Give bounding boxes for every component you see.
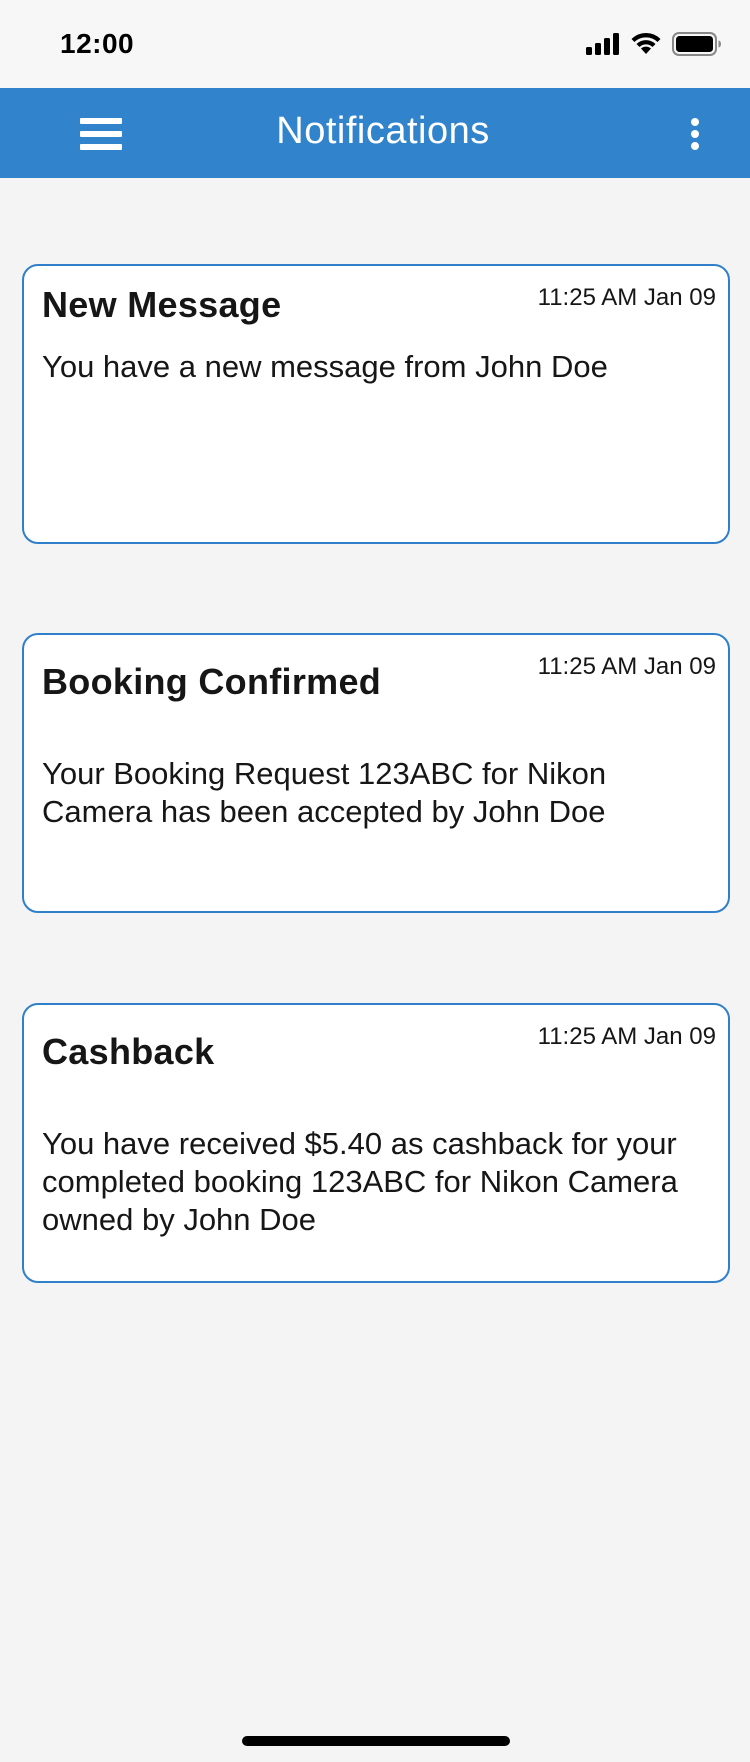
notification-card[interactable]: Booking Confirmed 11:25 AM Jan 09 Your B… [22, 633, 730, 913]
notification-card[interactable]: New Message 11:25 AM Jan 09 You have a n… [22, 264, 730, 544]
home-indicator[interactable] [242, 1736, 510, 1746]
app-bar: Notifications [0, 88, 750, 178]
notification-time: 11:25 AM Jan 09 [537, 284, 716, 311]
signal-icon [586, 33, 620, 55]
page-title: Notifications [276, 110, 490, 152]
notification-time: 11:25 AM Jan 09 [537, 1023, 716, 1050]
wifi-icon [630, 32, 662, 56]
status-bar: 12:00 [0, 0, 750, 88]
more-vertical-icon[interactable] [686, 116, 704, 152]
notification-title: New Message [42, 284, 282, 325]
notification-body: You have received $5.40 as cashback for … [42, 1126, 678, 1237]
notification-time: 11:25 AM Jan 09 [537, 653, 716, 680]
notification-body: Your Booking Request 123ABC for Nikon Ca… [42, 756, 607, 829]
notification-title: Booking Confirmed [42, 661, 382, 702]
battery-icon [672, 32, 722, 56]
notification-card[interactable]: Cashback 11:25 AM Jan 09 You have receiv… [22, 1003, 730, 1283]
status-time: 12:00 [60, 28, 135, 59]
status-icons [586, 30, 722, 58]
notification-body: You have a new message from John Doe [42, 349, 608, 384]
notification-title: Cashback [42, 1031, 215, 1072]
